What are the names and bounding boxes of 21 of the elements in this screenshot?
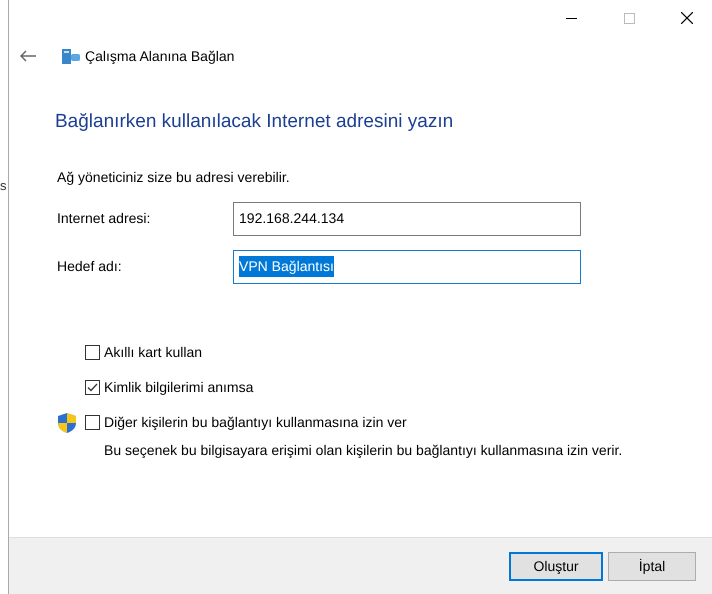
checkbox[interactable]	[85, 344, 100, 360]
dialog-button[interactable]: Oluştur	[509, 552, 603, 580]
field-label: Internet adresi:	[57, 209, 152, 228]
checkbox[interactable]	[85, 380, 100, 394]
text-field[interactable]: VPN Bağlantısı	[233, 250, 581, 284]
network-computer-icon	[61, 47, 81, 65]
dialog-button[interactable]: İptal	[608, 552, 696, 580]
page-heading: Bağlanırken kullanılacak Internet adresini yazın	[55, 110, 454, 134]
checkbox[interactable]	[85, 415, 100, 430]
field-label: Hedef adı:	[57, 257, 123, 276]
window-title: Çalışma Alanına Bağlan	[85, 46, 234, 66]
background-text: s	[0, 177, 6, 195]
text-field[interactable]: 192.168.244.134	[233, 202, 581, 236]
checkbox-option[interactable]: Akıllı kart kullan	[85, 342, 202, 362]
option-description: Bu seçenek bu bilgisayara erişimi olan kişilerin bu bağlantıyı kullanmasına izin verir.	[104, 440, 624, 460]
checkbox-option[interactable]: Diğer kişilerin bu bağlantıyı kullanmasına izin ver	[85, 412, 407, 433]
instruction-text: Ağ yöneticiniz size bu adresi verebilir.	[57, 168, 291, 187]
back-arrow-icon	[20, 50, 36, 62]
close-icon	[681, 12, 693, 24]
maximize-icon	[624, 12, 634, 24]
checkbox-option[interactable]: Kimlik bilgilerimi anımsa	[85, 376, 254, 398]
